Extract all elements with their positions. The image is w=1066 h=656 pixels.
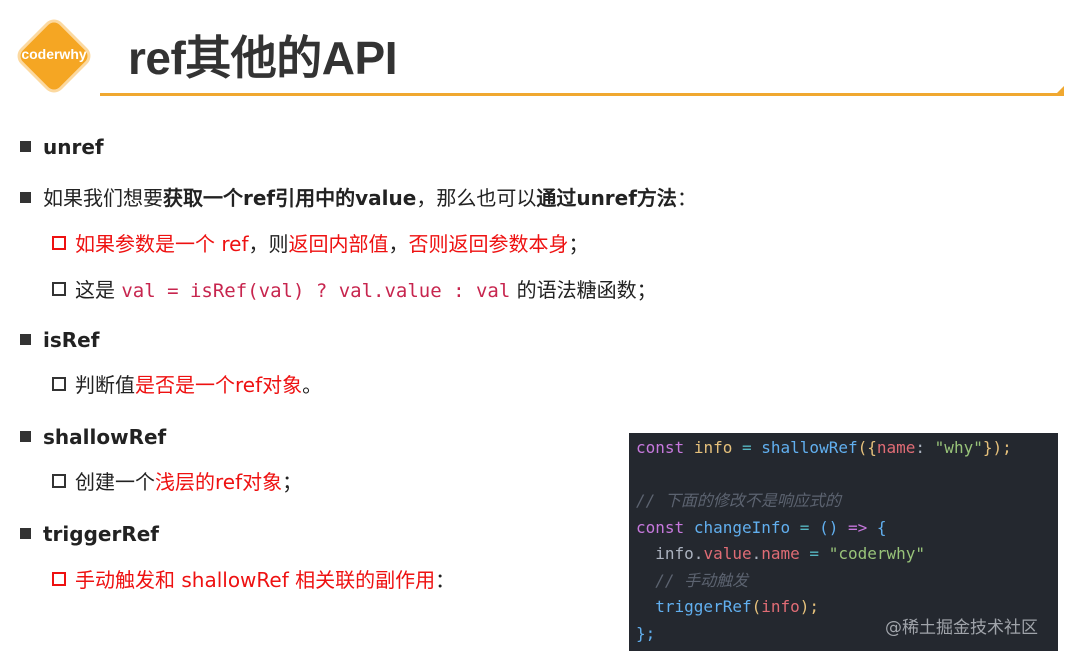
text: ： — [435, 568, 456, 592]
text-red: 如果参数是一个 ref — [75, 232, 249, 256]
square-bullet-icon — [20, 334, 31, 345]
text-red: 浅层的ref对象 — [155, 470, 283, 494]
code-line-3: // 下面的修改不是响应式的 — [636, 491, 841, 510]
square-bullet-icon — [20, 431, 31, 442]
hollow-square-bullet-icon — [52, 236, 66, 250]
code-line-1: const info = shallowRef({name: "why"}); — [636, 438, 1012, 457]
text: ； — [568, 232, 589, 256]
hollow-square-bullet-icon — [52, 474, 66, 488]
text: 这是 — [75, 278, 122, 302]
hollow-square-bullet-icon — [52, 282, 66, 296]
hollow-square-bullet-icon — [52, 377, 66, 391]
sub-bullet-triggerref: 手动触发和 shallowRef 相关联的副作用： — [52, 567, 455, 593]
sub-bullet-unref-return: 如果参数是一个 ref，则返回内部值，否则返回参数本身； — [52, 231, 589, 257]
bullet-unref: unref — [20, 134, 104, 160]
text: 。 — [302, 373, 323, 397]
title-underline — [100, 93, 1058, 96]
bullet-unref-description: 如果我们想要获取一个ref引用中的value，那么也可以通过unref方法： — [20, 185, 697, 211]
square-bullet-icon — [20, 192, 31, 203]
text: ， — [388, 232, 409, 256]
bullet-isref: isRef — [20, 327, 99, 353]
text: ： — [676, 186, 697, 210]
square-bullet-icon — [20, 141, 31, 152]
text: ，则 — [248, 232, 289, 256]
text-bold: 获取一个ref引用中的value — [163, 186, 417, 210]
title-underline-cap — [1054, 86, 1064, 96]
sub-bullet-unref-sugar: 这是 val = isRef(val) ? val.value : val 的语… — [52, 277, 657, 304]
logo-text: coderwhy — [21, 46, 87, 62]
bullet-label: isRef — [43, 328, 100, 352]
bullet-shallowref: shallowRef — [20, 424, 166, 450]
text-red: 返回内部值 — [288, 232, 389, 256]
bullet-label: shallowRef — [43, 425, 167, 449]
code-line-6: // 手动触发 — [655, 570, 749, 590]
text: 判断值 — [75, 373, 135, 397]
text-red: 是否是一个ref对象 — [135, 373, 303, 397]
bullet-triggerref: triggerRef — [20, 521, 159, 547]
coderwhy-logo: coderwhy — [16, 18, 92, 94]
sub-bullet-shallowref: 创建一个浅层的ref对象； — [52, 469, 302, 495]
slide-title: ref其他的API — [128, 32, 397, 84]
text-bold: 通过unref方法 — [536, 186, 677, 210]
sub-bullet-isref: 判断值是否是一个ref对象。 — [52, 372, 322, 398]
text: 的语法糖函数； — [510, 278, 657, 302]
text: ，那么也可以 — [416, 186, 537, 210]
text: 如果我们想要 — [43, 186, 163, 210]
square-bullet-icon — [20, 528, 31, 539]
watermark: @稀土掘金技术社区 — [885, 618, 1038, 638]
code-line-5: info.value.name = "coderwhy" — [655, 544, 926, 563]
bullet-label: triggerRef — [43, 522, 160, 546]
text-red: 手动触发和 shallowRef 相关联的副作用 — [75, 568, 436, 592]
hollow-square-bullet-icon — [52, 572, 66, 586]
bullet-label: unref — [43, 135, 104, 159]
code-line-4: const changeInfo = () => { — [636, 517, 887, 537]
inline-code: val = isRef(val) ? val.value : val — [121, 280, 511, 302]
text-red: 否则返回参数本身 — [408, 232, 569, 256]
text: 创建一个 — [75, 470, 155, 494]
text: ； — [282, 470, 303, 494]
